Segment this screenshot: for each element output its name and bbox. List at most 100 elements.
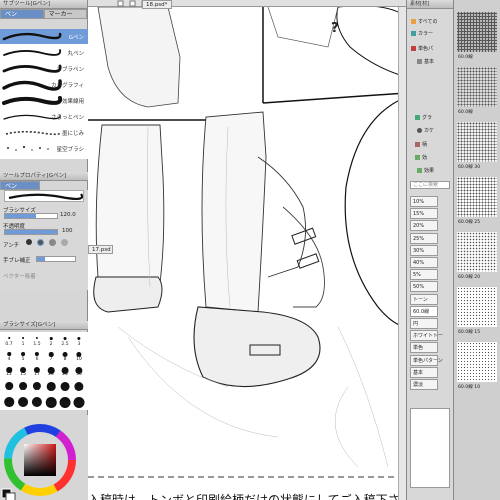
tone-label: 60.0線 20 [458, 275, 481, 280]
brush-size-value[interactable]: 120.0 [60, 212, 76, 218]
brush-size-dot-icon [35, 337, 39, 340]
material-tag[interactable]: 15% [410, 208, 438, 220]
material-tag[interactable]: 20% [410, 220, 438, 232]
material-tag[interactable]: 50% [410, 281, 438, 293]
brush-label: カブラペン [56, 67, 84, 73]
brush-size-dot-icon [34, 352, 40, 357]
speech-bubble-text: ? [331, 21, 339, 36]
color-wheel-icon[interactable] [0, 415, 88, 500]
tree-item-kake[interactable]: カケ [417, 127, 434, 134]
print-instruction-caption: 入稿時は、トンボと印刷絵柄だけの状態にしてご入稿下さい。 [88, 493, 406, 500]
subtool-tabs: ペン マーカー [0, 9, 87, 19]
antialias-weak-option[interactable] [37, 239, 44, 246]
brush-list: Gペン 丸ペン カブラペン カリグラフィ 効果線用 さらっとペン 墨にじみ 星空… [0, 29, 88, 159]
canvas-vertical-scrollbar[interactable] [398, 7, 406, 500]
material-tag[interactable]: 60.0線 [410, 305, 438, 317]
material-tag[interactable]: 25% [410, 232, 438, 244]
tone-label: 60.0線 15 [458, 330, 481, 335]
material-tag[interactable]: 10% [410, 196, 438, 207]
manga-artwork [88, 7, 406, 478]
tab-marker[interactable]: マーカー [43, 9, 87, 19]
tone-thumbnail[interactable]: 60.0線 25 [457, 177, 497, 229]
material-tag[interactable]: トーン [410, 293, 438, 305]
tree-item-mono-pattern[interactable]: 単色パ [411, 45, 433, 52]
antialias-medium-option[interactable] [49, 239, 56, 246]
material-tag[interactable]: 単色パターン [410, 354, 443, 366]
tone-swatch-icon [457, 287, 497, 327]
tool-property-body: ブラシサイズ 120.0 不透明度 100 アンチ 手ブレ補正 ベクター吸着 [0, 190, 88, 290]
brush-size-option[interactable]: 100 [71, 379, 87, 392]
brush-item-effect-line[interactable]: 効果線用 [0, 93, 88, 108]
folder-icon [411, 19, 416, 24]
material-search-input[interactable]: ここに検索 [410, 181, 450, 189]
opacity-slider[interactable] [4, 229, 58, 235]
material-tag[interactable]: 30% [410, 244, 438, 256]
stabilization-slider[interactable] [36, 256, 76, 262]
tool-property-title: ツールプロパティ[Gペン] [0, 172, 88, 181]
brush-item-calligraphy[interactable]: カリグラフィ [0, 77, 88, 92]
brush-size-value: 10 [76, 357, 82, 362]
folder-icon [415, 155, 420, 160]
tree-item-color[interactable]: カラー [411, 30, 433, 37]
brush-size-option[interactable]: 3 [71, 334, 87, 347]
brush-item-g-pen[interactable]: Gペン [0, 29, 88, 44]
tree-item-pattern[interactable]: 柄 [415, 141, 427, 148]
brush-item-sarat-pen[interactable]: さらっとペン [0, 109, 88, 124]
brush-size-dot-icon [8, 337, 10, 339]
tone-thumbnail[interactable]: 60.0線 [457, 12, 497, 64]
brush-size-option[interactable]: 30 [71, 364, 87, 377]
file-tab-18[interactable]: 18.psd* [142, 0, 172, 9]
tone-thumbnail[interactable]: 60.0線 [457, 67, 497, 119]
brush-item-star-brush[interactable]: 星空ブラシ [0, 141, 88, 156]
brush-item-sumi-nijimi[interactable]: 墨にじみ [0, 125, 88, 140]
antialias-strong-option[interactable] [61, 239, 68, 246]
file-tab-17[interactable]: 17.psd [88, 245, 113, 254]
tool-property-tab[interactable]: ペン [0, 181, 40, 190]
tone-thumbnail[interactable]: 60.0線 20 [457, 232, 497, 284]
brush-size-dot-icon [7, 352, 11, 356]
brush-item-maru-pen[interactable]: 丸ペン [0, 45, 88, 60]
material-tag[interactable]: 40% [410, 257, 438, 268]
material-tag[interactable]: 円 [410, 318, 438, 329]
top-toolbar [88, 0, 406, 7]
subtool-panel-title: サブツール[Gペン] [0, 0, 87, 9]
brush-stroke-preview-icon [2, 32, 62, 41]
left-panel: サブツール[Gペン] ペン マーカー Gペン 丸ペン カブラペン カリグラフィ [0, 0, 88, 500]
material-tag[interactable]: 基本 [410, 366, 438, 378]
tone-label: 60.0線 10 [458, 385, 481, 390]
brush-size-option[interactable]: 10 [71, 349, 87, 362]
tone-thumbnail-list: 60.0線 60.0線 60.0線 30 60.0線 25 60.0線 20 60.0線 … [453, 0, 500, 500]
folder-icon [411, 31, 416, 36]
brush-size-slider[interactable] [4, 213, 58, 219]
tree-item-basic[interactable]: 基本 [417, 58, 434, 65]
drawing-canvas[interactable]: ? 入稿時は、トンボと印刷絵柄だけの状態にしてご入稿下さい。 [88, 7, 406, 500]
color-panel [0, 415, 88, 500]
brush-size-dot-icon [21, 352, 25, 356]
tone-swatch-icon [457, 177, 497, 217]
tree-item-effect-sub[interactable]: 効果 [417, 167, 434, 174]
tree-item-all[interactable]: すべての [411, 18, 437, 25]
brush-size-value: 30 [76, 372, 82, 377]
material-tag[interactable]: 5% [410, 269, 438, 281]
tone-thumbnail[interactable]: 60.0線 10 [457, 342, 497, 394]
tone-thumbnail[interactable]: 60.0線 30 [457, 122, 497, 174]
brush-item-kabura-pen[interactable]: カブラペン [0, 61, 88, 76]
vector-snap-label[interactable]: ベクター吸着 [3, 272, 36, 280]
app-window: サブツール[Gペン] ペン マーカー Gペン 丸ペン カブラペン カリグラフィ [0, 0, 500, 500]
tree-item-effect[interactable]: 効 [415, 154, 427, 161]
toolbar-icons [117, 0, 166, 7]
tone-thumbnail[interactable]: 60.0線 15 [457, 287, 497, 339]
tree-item-gradation[interactable]: グラ [415, 114, 432, 121]
tone-swatch-icon [457, 12, 497, 52]
material-tag[interactable]: 単色 [410, 342, 438, 354]
material-tag[interactable]: ホワイトトー [410, 330, 443, 342]
material-tag[interactable]: 濃淡 [410, 379, 438, 390]
antialias-none-option[interactable] [26, 239, 32, 245]
brush-size-dot-icon [22, 337, 24, 339]
brush-label: 効果線用 [61, 99, 84, 105]
opacity-value[interactable]: 100 [62, 228, 73, 234]
tone-label: 60.0線 [458, 110, 473, 115]
brush-label: カリグラフィ [51, 83, 84, 89]
tab-pen[interactable]: ペン [0, 9, 44, 19]
brush-size-option[interactable]: 300 [71, 394, 87, 408]
